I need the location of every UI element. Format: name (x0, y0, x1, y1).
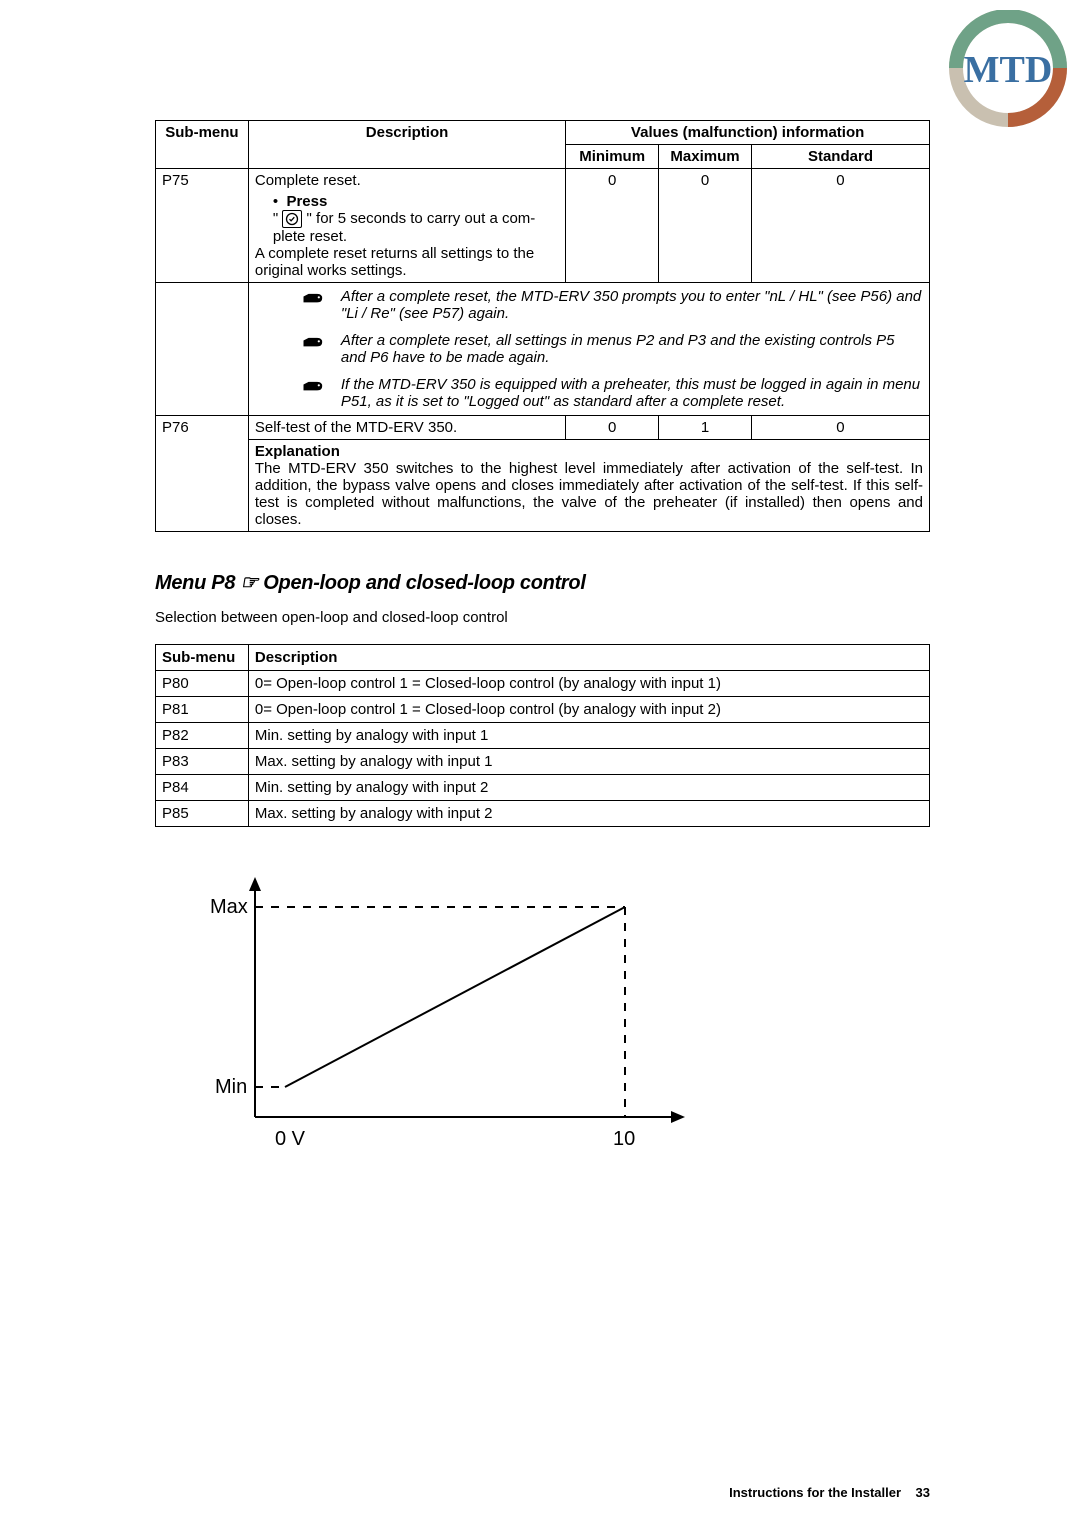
cell-submenu: P76 (156, 416, 249, 440)
col-submenu: Sub-menu (156, 121, 249, 169)
y-tick-min: Min (215, 1076, 247, 1098)
explanation-text: The MTD-ERV 350 switches to the highest … (255, 460, 923, 528)
cell-desc: Min. setting by analogy with input 2 (248, 775, 929, 801)
brand-logo: MTD (930, 10, 1080, 135)
note-text: If the MTD-ERV 350 is equipped with a pr… (341, 376, 923, 410)
cell-desc: Min. setting by analogy with input 1 (248, 723, 929, 749)
x-tick-0v: 0 V (275, 1128, 306, 1150)
table-head-row: Sub-menu Description (156, 645, 930, 671)
cell-submenu: P81 (156, 697, 249, 723)
cell-description: Self-test of the MTD-ERV 350. (248, 416, 565, 440)
note-row: After a complete reset, all settings in … (156, 327, 930, 371)
table-row: Explanation The MTD-ERV 350 switches to … (156, 440, 930, 532)
press-tail: " for 5 seconds to carry out a com- (307, 210, 536, 227)
cell-std: 0 (751, 416, 929, 440)
table-row: P84Min. setting by analogy with input 2 (156, 775, 930, 801)
parameter-table-p7x: Sub-menu Description Values (malfunction… (155, 120, 930, 532)
parameter-table-p8x: Sub-menu Description P800= Open-loop con… (155, 644, 930, 827)
section-intro: Selection between open-loop and closed-l… (155, 609, 930, 626)
cell-max: 1 (659, 416, 752, 440)
section-heading: Menu P8 ☞ Open-loop and closed-loop cont… (155, 570, 930, 595)
svg-text:MTD: MTD (964, 49, 1053, 91)
x-tick-10: 10 (613, 1128, 635, 1150)
bullet-dot: • (273, 193, 282, 210)
cell-min: 0 (566, 169, 659, 283)
col-max: Maximum (659, 145, 752, 169)
note-row: If the MTD-ERV 350 is equipped with a pr… (156, 371, 930, 416)
col-min: Minimum (566, 145, 659, 169)
cell-desc: 0= Open-loop control 1 = Closed-loop con… (248, 697, 929, 723)
pointing-hand-icon (295, 332, 329, 358)
note-text: After a complete reset, all settings in … (341, 332, 923, 366)
table-row: P83Max. setting by analogy with input 1 (156, 749, 930, 775)
explanation-label: Explanation (255, 443, 923, 460)
note-text: After a complete reset, the MTD-ERV 350 … (341, 288, 923, 322)
cell-submenu: P80 (156, 671, 249, 697)
cell-desc: Max. setting by analogy with input 1 (248, 749, 929, 775)
col-std: Standard (751, 145, 929, 169)
ok-icon (282, 210, 302, 228)
cell-submenu: P83 (156, 749, 249, 775)
desc-line: Complete reset. (255, 172, 559, 189)
table-row: P800= Open-loop control 1 = Closed-loop … (156, 671, 930, 697)
table-row: P82Min. setting by analogy with input 1 (156, 723, 930, 749)
cell-submenu: P85 (156, 801, 249, 827)
desc-line: plete reset. (273, 228, 559, 245)
pointing-hand-icon (295, 376, 329, 402)
col-submenu: Sub-menu (156, 645, 249, 671)
analog-response-chart: Max Min 0 V 10 (175, 857, 930, 1157)
cell-submenu: P82 (156, 723, 249, 749)
cell-std: 0 (751, 169, 929, 283)
y-tick-max: Max (210, 896, 248, 918)
cell-description: Complete reset. • Press " " for 5 second… (248, 169, 565, 283)
page-footer: Instructions for the Installer 33 (729, 1485, 930, 1500)
note-row: After a complete reset, the MTD-ERV 350 … (156, 283, 930, 328)
cell-explanation: Explanation The MTD-ERV 350 switches to … (248, 440, 929, 532)
cell-desc: 0= Open-loop control 1 = Closed-loop con… (248, 671, 929, 697)
table-row: P85Max. setting by analogy with input 2 (156, 801, 930, 827)
footer-page: 33 (916, 1485, 930, 1500)
table-row: P810= Open-loop control 1 = Closed-loop … (156, 697, 930, 723)
table-row: P75 Complete reset. • Press " " for 5 se… (156, 169, 930, 283)
cell-max: 0 (659, 169, 752, 283)
col-values-span: Values (malfunction) information (566, 121, 930, 145)
cell-min: 0 (566, 416, 659, 440)
table-row: P76 Self-test of the MTD-ERV 350. 0 1 0 (156, 416, 930, 440)
desc-line: A complete reset returns all settings to… (255, 245, 559, 279)
footer-text: Instructions for the Installer (729, 1485, 901, 1500)
pointing-hand-icon (295, 288, 329, 314)
quote-open: " (273, 210, 278, 227)
cell-desc: Max. setting by analogy with input 2 (248, 801, 929, 827)
press-label: Press (286, 193, 327, 210)
table-head-row: Sub-menu Description Values (malfunction… (156, 121, 930, 145)
col-description: Description (248, 121, 565, 169)
col-description: Description (248, 645, 929, 671)
cell-submenu: P75 (156, 169, 249, 283)
cell-submenu: P84 (156, 775, 249, 801)
